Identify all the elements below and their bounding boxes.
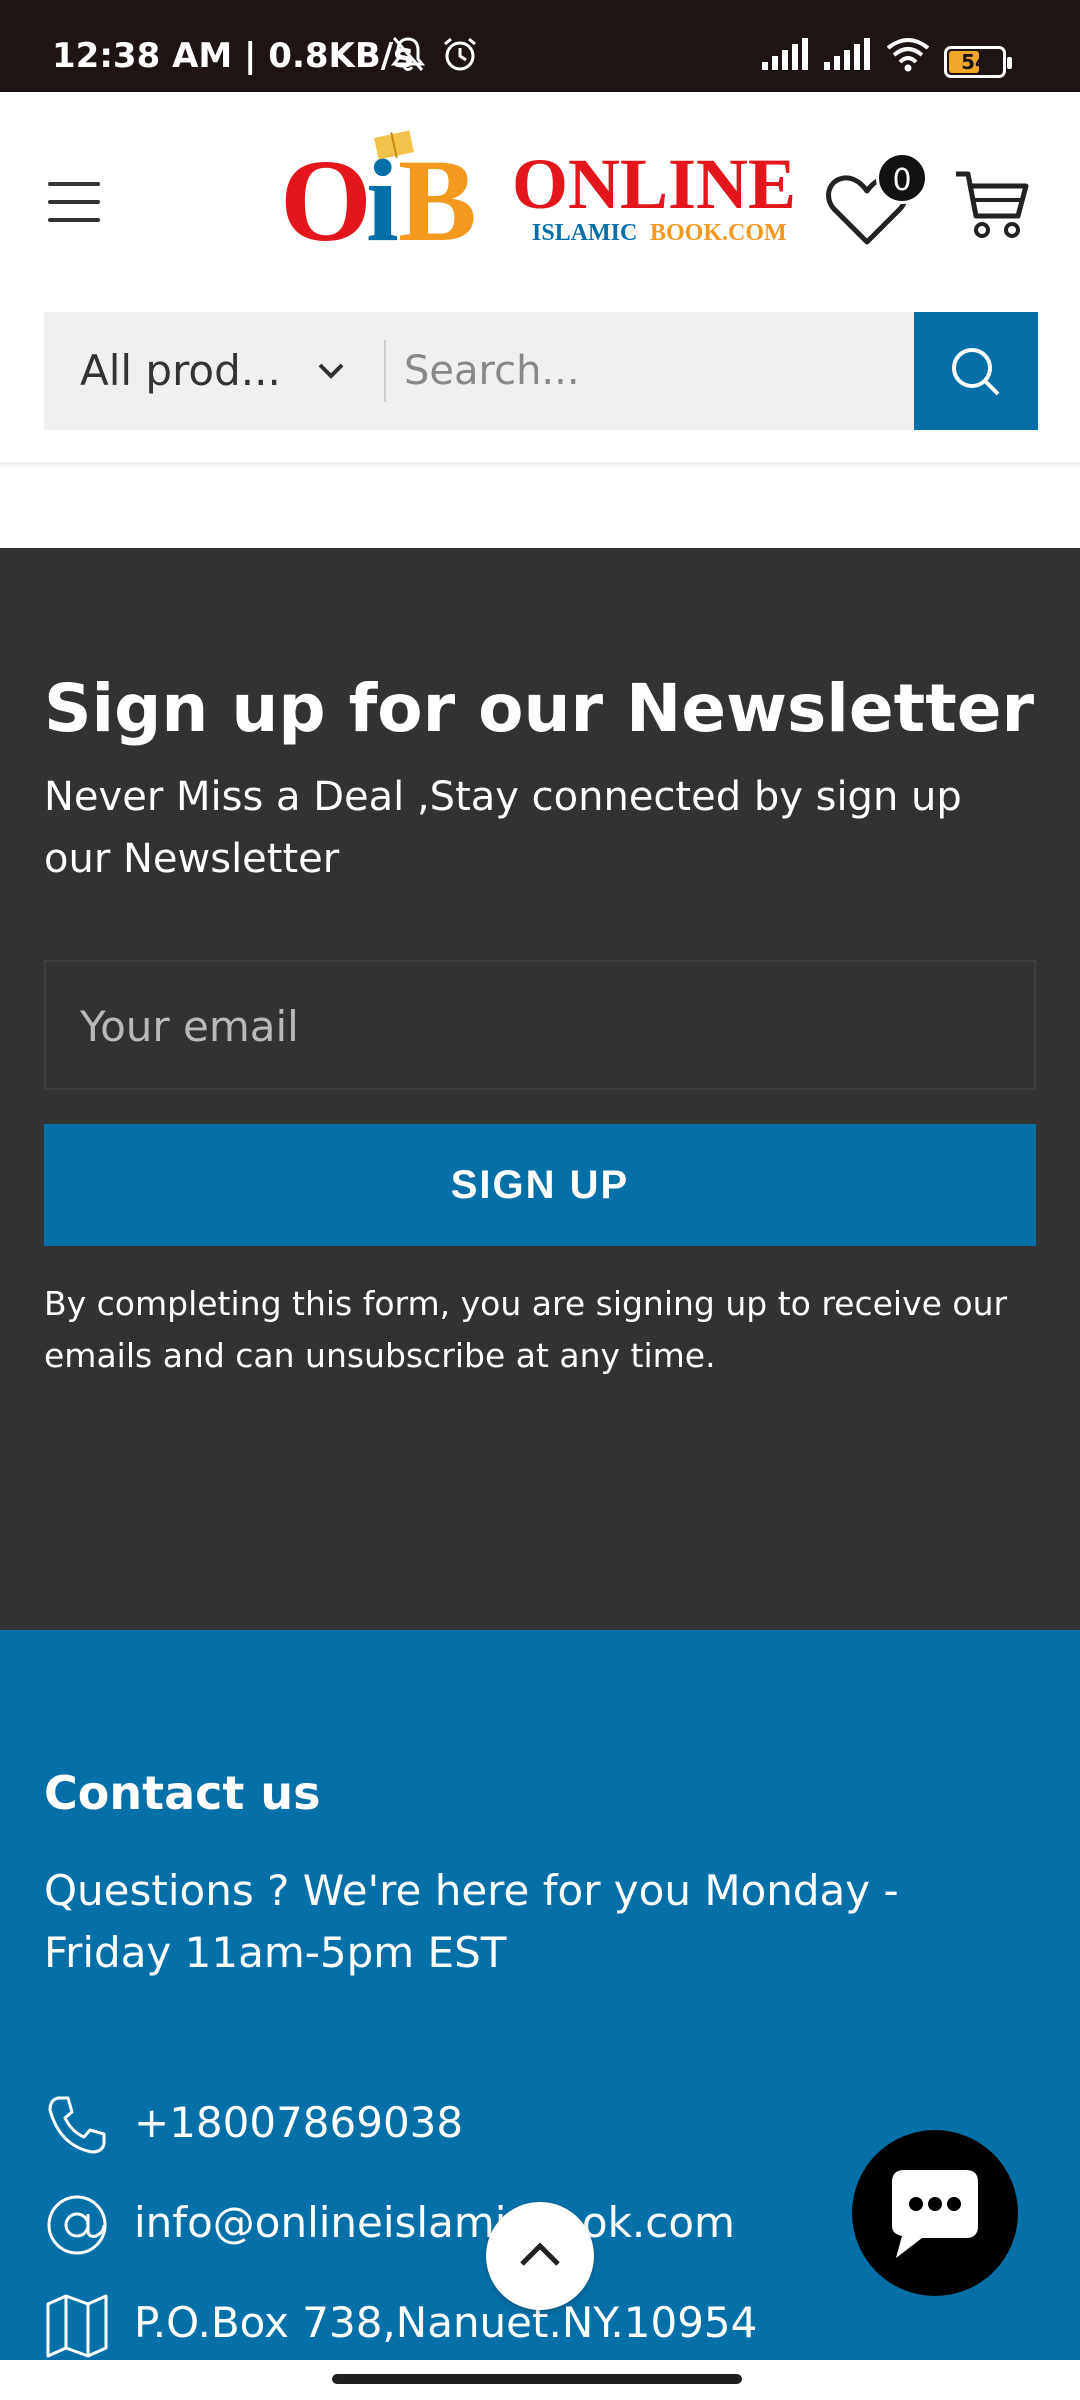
contact-phone-text: +18007869038 — [134, 2098, 464, 2147]
category-select[interactable]: All prod... — [44, 312, 384, 430]
contact-address-text: P.O.Box 738,Nanuet.NY.10954 — [134, 2298, 758, 2347]
menu-button[interactable] — [44, 172, 104, 232]
category-select-label: All prod... — [80, 346, 281, 395]
signal-icon — [762, 38, 808, 70]
email-field[interactable] — [80, 986, 980, 1066]
battery-icon: 54 — [944, 46, 1012, 78]
contact-hours: Questions ? We're here for you Monday - … — [44, 1866, 899, 1977]
wishlist-count-badge: 0 — [876, 152, 928, 204]
svg-text:ONLINE: ONLINE — [512, 144, 796, 224]
system-nav-bar — [0, 2360, 1080, 2400]
search-bar: All prod... — [44, 312, 1038, 430]
map-icon — [46, 2294, 108, 2358]
newsletter-section: Sign up for our Newsletter Never Miss a … — [0, 548, 1080, 1630]
newsletter-title: Sign up for our Newsletter — [44, 670, 1035, 747]
home-gesture-pill[interactable] — [332, 2374, 742, 2384]
battery-level: 54 — [961, 50, 989, 74]
contact-email-text: info@onlineislamicbook.com — [134, 2198, 735, 2247]
contact-title: Contact us — [44, 1766, 321, 1820]
search-icon — [952, 348, 1000, 396]
email-field-wrapper — [44, 960, 1036, 1090]
svg-text:BOOK.COM: BOOK.COM — [650, 220, 787, 246]
svg-text:O: O — [280, 135, 372, 262]
chevron-up-icon — [520, 2242, 560, 2266]
newsletter-note: By completing this form, you are signing… — [44, 1284, 1008, 1375]
contact-phone[interactable]: +18007869038 — [44, 2088, 804, 2158]
mute-bell-icon — [390, 37, 426, 71]
back-to-top-button[interactable] — [486, 2202, 594, 2310]
wifi-icon — [886, 38, 930, 72]
search-divider — [384, 340, 386, 402]
site-header: O i B ONLINE ISLAMIC BOOK.COM 0 All prod… — [0, 92, 1080, 462]
site-logo[interactable]: O i B ONLINE ISLAMIC BOOK.COM — [280, 122, 800, 262]
newsletter-subtitle: Never Miss a Deal ,Stay connected by sig… — [44, 774, 962, 882]
phone-icon — [48, 2096, 106, 2154]
signal-icon — [824, 38, 870, 70]
chevron-down-icon — [318, 363, 344, 379]
svg-text:ISLAMIC: ISLAMIC — [532, 220, 637, 246]
contact-address[interactable]: P.O.Box 738,Nanuet.NY.10954 — [44, 2288, 804, 2358]
chat-bubble-icon — [892, 2170, 978, 2258]
search-button[interactable] — [914, 312, 1038, 430]
svg-text:B: B — [398, 135, 477, 262]
alarm-icon — [444, 37, 476, 71]
signup-button[interactable]: SIGN UP — [44, 1124, 1036, 1246]
at-icon — [47, 2195, 107, 2255]
search-input[interactable] — [404, 332, 904, 410]
cart-icon[interactable] — [952, 164, 1032, 244]
status-bar: 12:38 AM | 0.8KB/s 54 — [0, 0, 1080, 92]
status-time: 12:38 AM | 0.8KB/s — [52, 36, 414, 76]
contact-email[interactable]: info@onlineislamicbook.com — [44, 2188, 804, 2258]
chat-button[interactable] — [852, 2130, 1018, 2296]
